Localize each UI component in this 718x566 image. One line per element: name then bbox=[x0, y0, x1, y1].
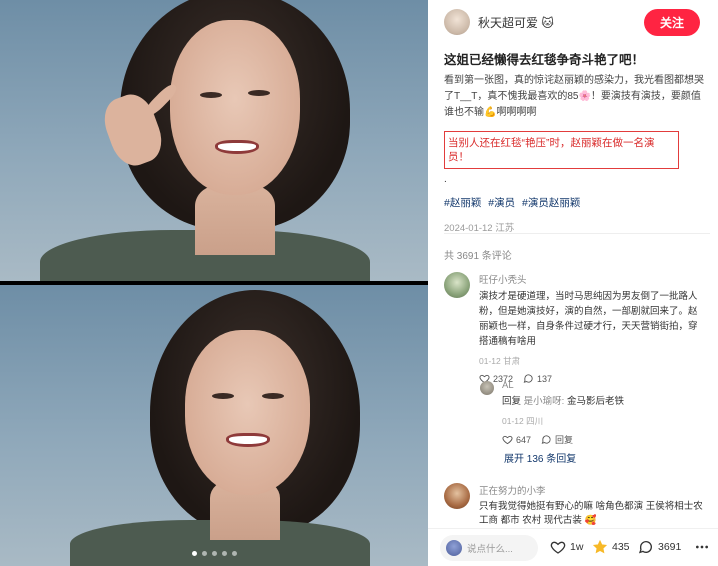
reply-reply-button[interactable]: 回复 bbox=[541, 433, 573, 446]
comment-icon bbox=[638, 541, 652, 554]
reply-username[interactable]: AL bbox=[502, 380, 707, 391]
tag-link[interactable]: #赵丽颖 bbox=[444, 197, 481, 209]
reply-content: 金马影后老铁 bbox=[566, 396, 624, 407]
gallery-dot[interactable] bbox=[191, 551, 197, 556]
comment-username[interactable]: 正在努力的小李 bbox=[479, 483, 707, 497]
my-avatar bbox=[446, 540, 462, 556]
note-content: 这姐已经懒得去红毯争奇斗艳了吧！ 看到第一张图，真的惊诧赵丽颖的感染力，我光看图… bbox=[444, 52, 710, 234]
more-button[interactable] bbox=[694, 539, 710, 555]
highlighted-sentence: 当别人还在红毯“艳压”时，赵丽颖在做一名演员！ bbox=[444, 131, 679, 169]
collect-count: 435 bbox=[612, 541, 630, 553]
reply-actions: 647 回复 bbox=[502, 433, 707, 446]
comment-text: 只有我觉得她挺有野心的嘛 啥角色都演 王侯将相士农工商 都市 农村 现代古装 🥰 bbox=[479, 501, 703, 526]
reply-like-count: 647 bbox=[516, 434, 532, 445]
heart-icon bbox=[550, 541, 566, 554]
reply-like-button[interactable]: 647 bbox=[502, 434, 531, 445]
photo-bottom bbox=[0, 285, 428, 566]
author-bar: 秋天超可爱 🐱 关注 bbox=[444, 8, 708, 36]
expand-replies-link[interactable]: 展开 136 条回复 bbox=[504, 450, 576, 465]
tag-link[interactable]: #演员赵丽颖 bbox=[522, 197, 580, 209]
image-gallery[interactable] bbox=[0, 0, 428, 566]
comment-meta: 01-12 甘肃 bbox=[479, 356, 521, 366]
divider bbox=[444, 233, 710, 234]
gallery-dot[interactable] bbox=[211, 551, 217, 556]
like-button[interactable]: 1w bbox=[550, 539, 583, 555]
note-title: 这姐已经懒得去红毯争奇斗艳了吧！ bbox=[444, 53, 645, 67]
heart-icon bbox=[502, 435, 513, 445]
comment-avatar[interactable] bbox=[444, 483, 470, 509]
comment-username[interactable]: 旺仔小秃头 bbox=[479, 272, 704, 286]
like-count: 1w bbox=[570, 541, 584, 553]
comment-input-placeholder: 说点什么... bbox=[467, 544, 513, 555]
dot-line: . bbox=[444, 174, 447, 185]
gallery-dot[interactable] bbox=[231, 551, 237, 556]
reply-to-user[interactable]: 是小瑜呀: bbox=[524, 396, 565, 407]
comment-icon bbox=[541, 435, 551, 444]
tag-link[interactable]: #演员 bbox=[488, 197, 515, 209]
note-description: 看到第一张图，真的惊诧赵丽颖的感染力，我光看图都想哭了T__T，真不愧我最喜欢的… bbox=[444, 75, 704, 118]
ellipsis-icon bbox=[696, 545, 708, 549]
star-icon bbox=[592, 539, 608, 554]
reply-prefix: 回复 bbox=[502, 396, 522, 407]
comment-text: 演技才是硬道理，当时马思纯因为男友倒了一批路人粉，但是她演技好，演的自然，一部剧… bbox=[479, 291, 698, 347]
gallery-dot[interactable] bbox=[221, 551, 227, 556]
note-date-location: 2024-01-12 江苏 bbox=[444, 223, 515, 234]
reply-reply-label: 回复 bbox=[555, 435, 574, 445]
author-avatar[interactable] bbox=[444, 9, 470, 35]
author-name[interactable]: 秋天超可爱 🐱 bbox=[478, 14, 554, 31]
tag-list: #赵丽颖 #演员 #演员赵丽颖 bbox=[444, 195, 710, 210]
follow-button[interactable]: 关注 bbox=[644, 9, 700, 36]
gallery-dot[interactable] bbox=[201, 551, 207, 556]
photo-top bbox=[0, 0, 428, 281]
note-panel: 秋天超可爱 🐱 关注 这姐已经懒得去红毯争奇斗艳了吧！ 看到第一张图，真的惊诧赵… bbox=[428, 0, 718, 566]
comment-total: 3691 bbox=[658, 541, 682, 553]
reply-avatar[interactable] bbox=[480, 381, 494, 395]
collect-button[interactable]: 435 bbox=[592, 539, 630, 555]
reply-meta: 01-12 四川 bbox=[502, 416, 544, 426]
comment-count: 共 3691 条评论 bbox=[444, 251, 512, 262]
comment-avatar[interactable] bbox=[444, 272, 470, 298]
comment-button[interactable]: 3691 bbox=[638, 539, 681, 555]
bottom-engagement-bar: 说点什么... 1w 435 3691 bbox=[428, 528, 718, 566]
comment-input[interactable]: 说点什么... bbox=[440, 535, 538, 561]
gallery-dots[interactable] bbox=[0, 551, 428, 556]
reply-text: 回复 是小瑜呀: 金马影后老铁 bbox=[502, 394, 707, 409]
